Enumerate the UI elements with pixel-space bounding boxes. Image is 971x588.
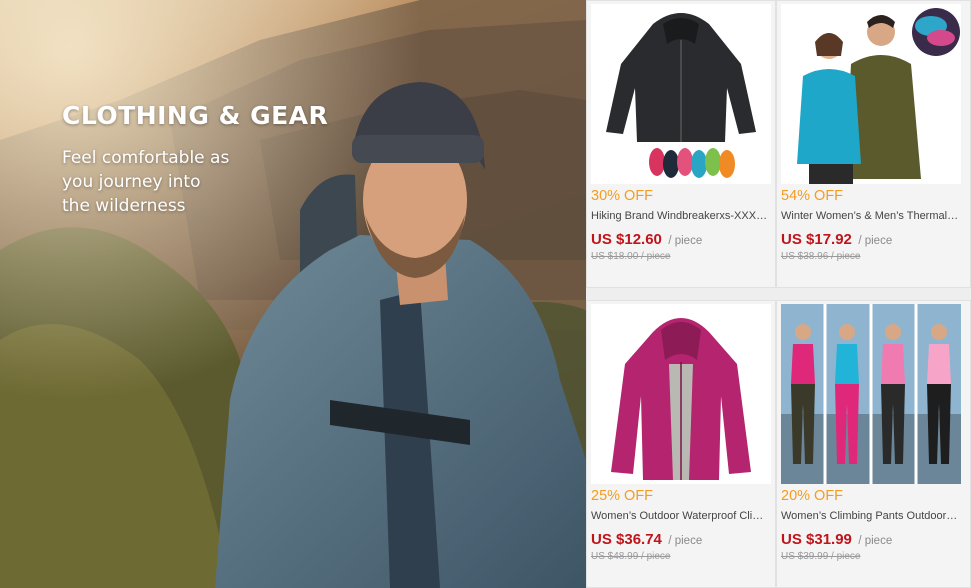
product-old-price: US $39.99 / piece bbox=[781, 551, 861, 562]
fleece-pullover-couple-image bbox=[797, 8, 960, 184]
product-discount: 54% OFF bbox=[781, 188, 844, 204]
product-image-waterproof-jacket[interactable] bbox=[591, 304, 771, 484]
product-price-row: US $36.74 / piece bbox=[591, 531, 702, 549]
hero-subtitle-line: you journey into bbox=[62, 172, 201, 192]
hero-title: CLOTHING & GEAR bbox=[62, 101, 329, 130]
product-price-unit: / piece bbox=[668, 235, 703, 247]
magenta-softshell-jacket-image bbox=[611, 318, 751, 480]
product-discount: 25% OFF bbox=[591, 488, 654, 504]
hero-subtitle-line: Feel comfortable as bbox=[62, 148, 230, 168]
product-image-climbing-pants[interactable] bbox=[781, 304, 961, 484]
hero-subtitle-line: the wilderness bbox=[62, 196, 186, 216]
product-name[interactable]: Hiking Brand Windbreakerxs-XXXL ... bbox=[591, 210, 769, 222]
product-card-waterproof-jacket[interactable]: 25% OFF Women’s Outdoor Waterproof Clim.… bbox=[586, 300, 776, 588]
hero-banner[interactable]: CLOTHING & GEAR Feel comfortable as you … bbox=[0, 0, 586, 588]
women-climbing-pants-models-image bbox=[781, 304, 961, 484]
product-image-windbreaker[interactable] bbox=[591, 4, 771, 184]
product-card-climbing-pants[interactable]: 20% OFF Women’s Climbing Pants Outdoor L… bbox=[776, 300, 971, 588]
hero-subtitle: Feel comfortable as you journey into the… bbox=[62, 146, 262, 218]
product-price-unit: / piece bbox=[858, 235, 893, 247]
product-name[interactable]: Women’s Climbing Pants Outdoor L... bbox=[781, 510, 959, 522]
product-price: US $12.60 bbox=[591, 231, 662, 248]
product-discount: 30% OFF bbox=[591, 188, 654, 204]
product-image-thermal-fleece[interactable] bbox=[781, 4, 961, 184]
product-price-unit: / piece bbox=[668, 535, 703, 547]
product-price-row: US $31.99 / piece bbox=[781, 531, 892, 549]
product-old-price: US $48.99 / piece bbox=[591, 551, 671, 562]
hero-hiker-photo bbox=[0, 0, 586, 588]
product-price: US $17.92 bbox=[781, 231, 852, 248]
product-price-row: US $17.92 / piece bbox=[781, 231, 892, 249]
product-price: US $36.74 bbox=[591, 531, 662, 548]
product-old-price: US $18.00 / piece bbox=[591, 251, 671, 262]
product-name[interactable]: Winter Women’s & Men’s Thermal Fl... bbox=[781, 210, 959, 222]
product-name[interactable]: Women’s Outdoor Waterproof Clim... bbox=[591, 510, 769, 522]
product-old-price: US $38.96 / piece bbox=[781, 251, 861, 262]
product-price-row: US $12.60 / piece bbox=[591, 231, 702, 249]
product-card-windbreaker[interactable]: 30% OFF Hiking Brand Windbreakerxs-XXXL … bbox=[586, 0, 776, 288]
product-price: US $31.99 bbox=[781, 531, 852, 548]
black-windbreaker-jacket-image bbox=[606, 13, 756, 178]
product-price-unit: / piece bbox=[858, 535, 893, 547]
product-card-thermal-fleece[interactable]: 54% OFF Winter Women’s & Men’s Thermal F… bbox=[776, 0, 971, 288]
product-discount: 20% OFF bbox=[781, 488, 844, 504]
